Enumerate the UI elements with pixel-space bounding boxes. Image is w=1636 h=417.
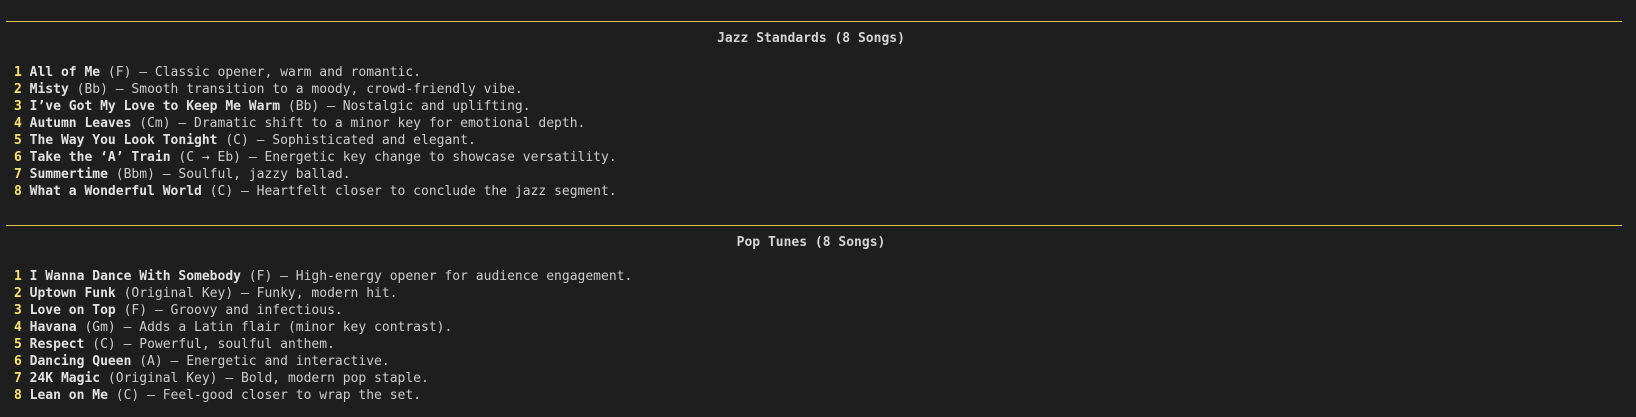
song-number: 2 (14, 286, 22, 301)
list-item: 5 The Way You Look Tonight (C) – Sophist… (14, 132, 617, 149)
list-item: 8 Lean on Me (C) – Feel-good closer to w… (14, 387, 632, 404)
list-item: 1 I Wanna Dance With Somebody (F) – High… (14, 268, 632, 285)
song-number: 1 (14, 269, 22, 284)
list-item: 6 Dancing Queen (A) – Energetic and inte… (14, 353, 632, 370)
list-item: 3 I’ve Got My Love to Keep Me Warm (Bb) … (14, 98, 617, 115)
song-number: 8 (14, 388, 22, 403)
terminal-window: { "sections": [ { "heading": "Jazz Stand… (0, 0, 1636, 417)
song-title: Lean on Me (29, 388, 108, 403)
song-title: Love on Top (29, 303, 116, 318)
song-number: 8 (14, 184, 22, 199)
song-title: What a Wonderful World (29, 184, 202, 199)
list-item: 2 Misty (Bb) – Smooth transition to a mo… (14, 81, 617, 98)
list-item: 2 Uptown Funk (Original Key) – Funky, mo… (14, 285, 632, 302)
song-notes: (C) – Powerful, soulful anthem. (84, 337, 335, 352)
song-number: 1 (14, 65, 22, 80)
list-item: 5 Respect (C) – Powerful, soulful anthem… (14, 336, 632, 353)
song-number: 3 (14, 99, 22, 114)
song-number: 4 (14, 116, 22, 131)
song-notes: (F) – Classic opener, warm and romantic. (100, 65, 422, 80)
list-item: 6 Take the ‘A’ Train (C → Eb) – Energeti… (14, 149, 617, 166)
song-notes: (C) – Heartfelt closer to conclude the j… (201, 184, 617, 199)
song-title: Havana (29, 320, 77, 335)
song-notes: (C) – Feel-good closer to wrap the set. (107, 388, 422, 403)
song-number: 2 (14, 82, 22, 97)
song-number: 5 (14, 133, 22, 148)
list-item: 3 Love on Top (F) – Groovy and infectiou… (14, 302, 632, 319)
song-notes: (Gm) – Adds a Latin flair (minor key con… (76, 320, 453, 335)
song-title: Dancing Queen (29, 354, 132, 369)
song-notes: (Bbm) – Soulful, jazzy ballad. (107, 167, 351, 182)
section-heading-jazz: Jazz Standards (8 Songs) (717, 31, 905, 46)
song-number: 6 (14, 150, 22, 165)
song-title: 24K Magic (29, 371, 101, 386)
list-item: 1 All of Me (F) – Classic opener, warm a… (14, 64, 617, 81)
song-title: Summertime (29, 167, 108, 182)
section-heading-pop: Pop Tunes (8 Songs) (736, 235, 886, 250)
song-title: Uptown Funk (29, 286, 116, 301)
song-notes: (A) – Energetic and interactive. (131, 354, 390, 369)
song-notes: (C) – Sophisticated and elegant. (217, 133, 476, 148)
song-title: All of Me (29, 65, 101, 80)
song-number: 4 (14, 320, 22, 335)
section-divider (6, 21, 1622, 22)
song-notes: (F) – Groovy and infectious. (115, 303, 343, 318)
song-title: Respect (29, 337, 85, 352)
song-title: Misty (29, 82, 69, 97)
song-notes: (Cm) – Dramatic shift to a minor key for… (131, 116, 586, 131)
song-title: I’ve Got My Love to Keep Me Warm (29, 99, 281, 114)
song-notes: (Original Key) – Bold, modern pop staple… (100, 371, 429, 386)
list-item: 7 24K Magic (Original Key) – Bold, moder… (14, 370, 632, 387)
list-item: 4 Havana (Gm) – Adds a Latin flair (mino… (14, 319, 632, 336)
jazz-song-list: 1 All of Me (F) – Classic opener, warm a… (14, 64, 617, 200)
list-item: 4 Autumn Leaves (Cm) – Dramatic shift to… (14, 115, 617, 132)
song-notes: (Bb) – Smooth transition to a moody, cro… (68, 82, 523, 97)
song-title: Autumn Leaves (29, 116, 132, 131)
song-notes: (F) – High-energy opener for audience en… (240, 269, 633, 284)
song-notes: (C → Eb) – Energetic key change to showc… (170, 150, 617, 165)
song-notes: (Original Key) – Funky, modern hit. (115, 286, 398, 301)
song-notes: (Bb) – Nostalgic and uplifting. (280, 99, 531, 114)
section-divider (6, 225, 1622, 226)
song-number: 3 (14, 303, 22, 318)
song-title: I Wanna Dance With Somebody (29, 269, 241, 284)
song-number: 5 (14, 337, 22, 352)
list-item: 7 Summertime (Bbm) – Soulful, jazzy ball… (14, 166, 617, 183)
song-number: 7 (14, 167, 22, 182)
song-title: The Way You Look Tonight (29, 133, 218, 148)
pop-song-list: 1 I Wanna Dance With Somebody (F) – High… (14, 268, 632, 404)
list-item: 8 What a Wonderful World (C) – Heartfelt… (14, 183, 617, 200)
song-number: 6 (14, 354, 22, 369)
song-title: Take the ‘A’ Train (29, 150, 171, 165)
song-number: 7 (14, 371, 22, 386)
